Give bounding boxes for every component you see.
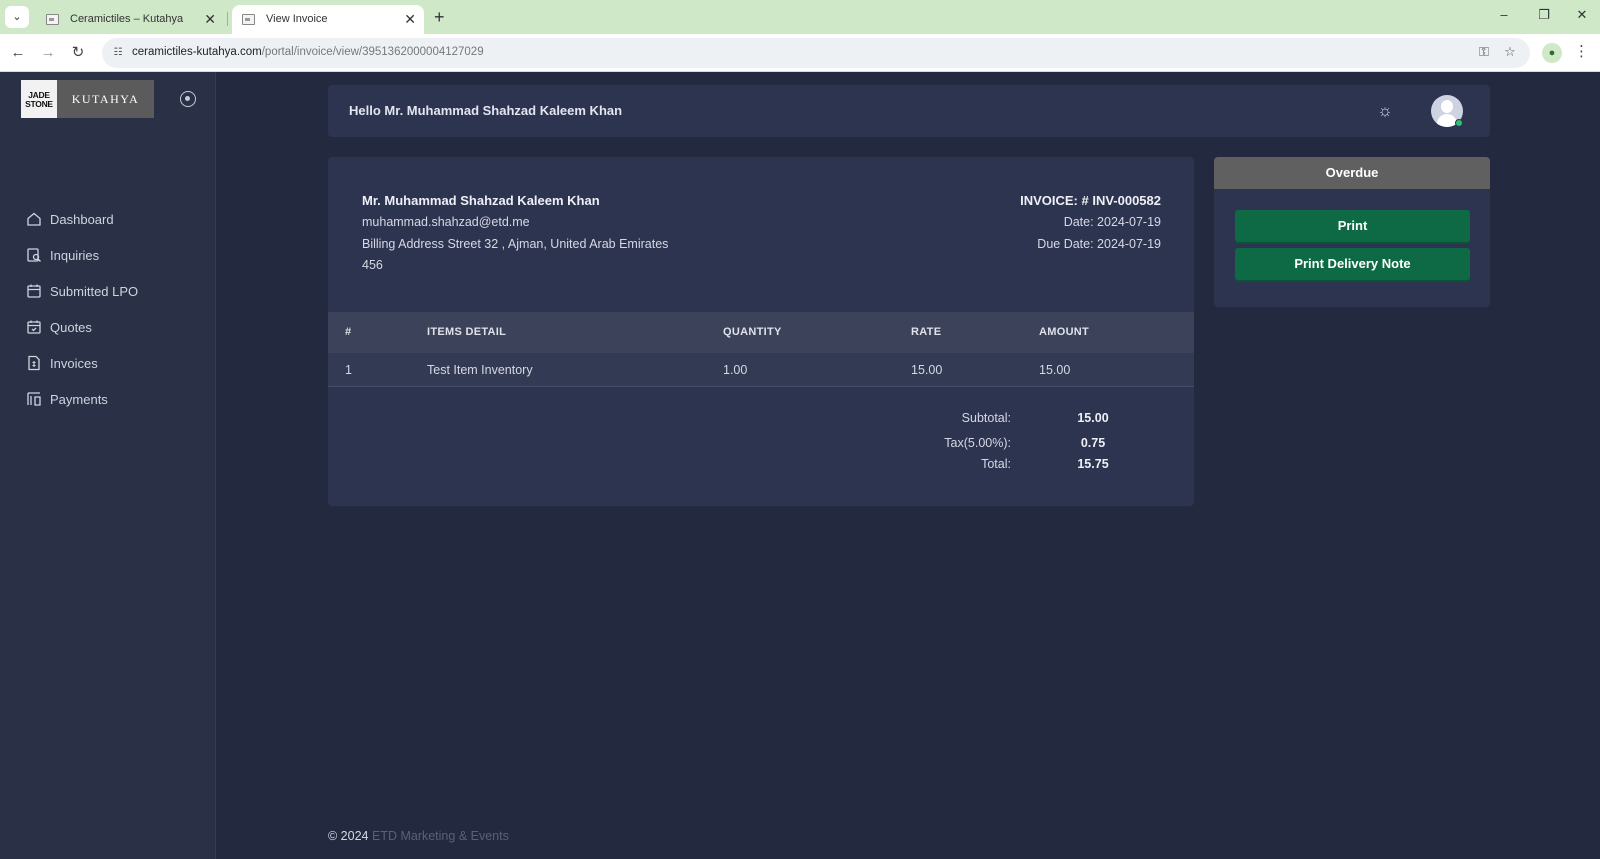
inquiry-icon bbox=[27, 248, 41, 262]
billing-address: Billing Address Street 32 , Ajman, Unite… bbox=[362, 237, 669, 251]
browser-tab-strip: ⌄ Ceramictiles – Kutahya ✕ View Invoice … bbox=[0, 0, 1600, 34]
sidebar: JADE STONE KUTAHYA Dashboard Inquiries S… bbox=[0, 72, 216, 859]
billing-address-postcode: 456 bbox=[362, 258, 383, 272]
reload-icon[interactable]: ↻ bbox=[66, 41, 90, 65]
sidebar-item-label: Invoices bbox=[50, 355, 98, 371]
window-close-icon[interactable]: ✕ bbox=[1572, 7, 1592, 23]
copyright-text: © 2024 bbox=[328, 829, 369, 843]
column-header-items: ITEMS DETAIL bbox=[427, 326, 507, 338]
customer-name: Mr. Muhammad Shahzad Kaleem Khan bbox=[362, 193, 600, 208]
browser-tab-ceramictiles[interactable]: Ceramictiles – Kutahya ✕ bbox=[36, 5, 224, 34]
tab-search-button[interactable]: ⌄ bbox=[5, 6, 29, 28]
calendar-check-icon bbox=[27, 320, 41, 334]
browser-tab-view-invoice[interactable]: View Invoice ✕ bbox=[232, 5, 424, 34]
browser-menu-icon[interactable]: ⋮ bbox=[1574, 42, 1589, 60]
address-bar[interactable]: ☷ ceramictiles-kutahya.com/portal/invoic… bbox=[102, 38, 1530, 68]
status-badge: Overdue bbox=[1214, 157, 1490, 189]
tab-divider bbox=[227, 12, 228, 26]
password-key-icon[interactable]: ⚿ bbox=[1475, 44, 1493, 60]
sidebar-item-inquiries[interactable]: Inquiries bbox=[26, 243, 99, 267]
tab-title: Ceramictiles – Kutahya bbox=[70, 13, 184, 25]
row-item: Test Item Inventory bbox=[427, 363, 533, 377]
kutahya-logo: KUTAHYA bbox=[57, 80, 154, 118]
back-arrow-icon[interactable]: ← bbox=[6, 41, 30, 65]
sidebar-item-label: Dashboard bbox=[50, 211, 114, 227]
subtotal-label: Subtotal: bbox=[961, 411, 1011, 425]
new-tab-icon[interactable]: + bbox=[434, 5, 445, 29]
print-button[interactable]: Print bbox=[1235, 210, 1470, 242]
column-header-index: # bbox=[345, 326, 352, 338]
bookmark-star-icon[interactable]: ☆ bbox=[1501, 44, 1519, 60]
customer-email: muhammad.shahzad@etd.me bbox=[362, 215, 530, 229]
url-text: ceramictiles-kutahya.com/portal/invoice/… bbox=[132, 46, 484, 58]
browser-toolbar: ← → ↻ ☷ ceramictiles-kutahya.com/portal/… bbox=[0, 34, 1600, 72]
column-header-quantity: QUANTITY bbox=[723, 326, 782, 338]
url-host: ceramictiles-kutahya.com bbox=[132, 46, 262, 58]
invoice-icon bbox=[28, 355, 40, 371]
sidebar-item-submitted-lpo[interactable]: Submitted LPO bbox=[26, 279, 138, 303]
invoice-actions-card: Overdue Print Print Delivery Note bbox=[1214, 157, 1490, 307]
total-value: 15.75 bbox=[1077, 457, 1109, 471]
close-tab-icon[interactable]: ✕ bbox=[204, 5, 216, 34]
column-header-amount: AMOUNT bbox=[1039, 326, 1090, 338]
sidebar-item-label: Quotes bbox=[50, 319, 92, 335]
top-header: Hello Mr. Muhammad Shahzad Kaleem Khan ☼ bbox=[328, 85, 1490, 137]
restore-icon[interactable]: ❐ bbox=[1534, 7, 1554, 23]
page-favicon-icon bbox=[46, 14, 59, 25]
sidebar-item-label: Submitted LPO bbox=[50, 283, 139, 299]
greeting-text: Hello Mr. Muhammad Shahzad Kaleem Khan bbox=[349, 103, 623, 118]
close-tab-icon[interactable]: ✕ bbox=[404, 5, 416, 34]
row-index: 1 bbox=[345, 363, 352, 377]
sidebar-item-quotes[interactable]: Quotes bbox=[26, 315, 92, 339]
tab-title: View Invoice bbox=[266, 13, 328, 25]
sidebar-item-label: Payments bbox=[50, 391, 108, 407]
row-rate: 15.00 bbox=[911, 363, 943, 377]
forward-arrow-icon[interactable]: → bbox=[36, 41, 60, 65]
home-icon bbox=[27, 212, 41, 226]
online-status-dot bbox=[1455, 119, 1463, 127]
items-table-header: # ITEMS DETAIL QUANTITY RATE AMOUNT bbox=[328, 312, 1194, 353]
minimize-icon[interactable]: – bbox=[1494, 7, 1514, 22]
row-amount: 15.00 bbox=[1039, 363, 1071, 377]
sidebar-item-dashboard[interactable]: Dashboard bbox=[26, 207, 114, 231]
jade-stone-logo: JADE STONE bbox=[21, 80, 57, 118]
invoice-number: INVOICE: # INV-000582 bbox=[1020, 193, 1161, 208]
footer: © 2024 ETD Marketing & Events bbox=[328, 829, 509, 843]
column-header-rate: RATE bbox=[911, 326, 942, 338]
invoice-card: Mr. Muhammad Shahzad Kaleem Khan muhamma… bbox=[328, 157, 1194, 506]
total-label: Total: bbox=[981, 457, 1011, 471]
invoice-date: Date: 2024-07-19 bbox=[1063, 215, 1161, 229]
profile-icon[interactable]: ● bbox=[1542, 43, 1562, 63]
sidebar-toggle-icon[interactable] bbox=[180, 91, 196, 107]
sidebar-item-invoices[interactable]: Invoices bbox=[26, 351, 98, 375]
sidebar-item-payments[interactable]: Payments bbox=[26, 387, 108, 411]
tax-label: Tax(5.00%): bbox=[944, 436, 1011, 450]
footer-brand-link[interactable]: ETD Marketing & Events bbox=[372, 829, 509, 843]
print-delivery-note-button[interactable]: Print Delivery Note bbox=[1235, 248, 1470, 280]
tax-value: 0.75 bbox=[1080, 436, 1106, 450]
calendar-icon bbox=[27, 284, 41, 298]
row-quantity: 1.00 bbox=[723, 363, 748, 377]
company-logo[interactable]: JADE STONE KUTAHYA bbox=[21, 80, 154, 118]
sun-icon[interactable]: ☼ bbox=[1374, 100, 1396, 122]
payments-icon bbox=[27, 392, 41, 406]
page-favicon-icon bbox=[242, 14, 255, 25]
invoice-due-date: Due Date: 2024-07-19 bbox=[1037, 237, 1161, 251]
subtotal-value: 15.00 bbox=[1077, 411, 1109, 425]
sidebar-item-label: Inquiries bbox=[50, 247, 100, 263]
url-path: /portal/invoice/view/3951362000004127029 bbox=[261, 46, 484, 58]
table-row: 1 Test Item Inventory 1.00 15.00 15.00 bbox=[328, 353, 1194, 387]
site-settings-icon[interactable]: ☷ bbox=[110, 45, 126, 61]
